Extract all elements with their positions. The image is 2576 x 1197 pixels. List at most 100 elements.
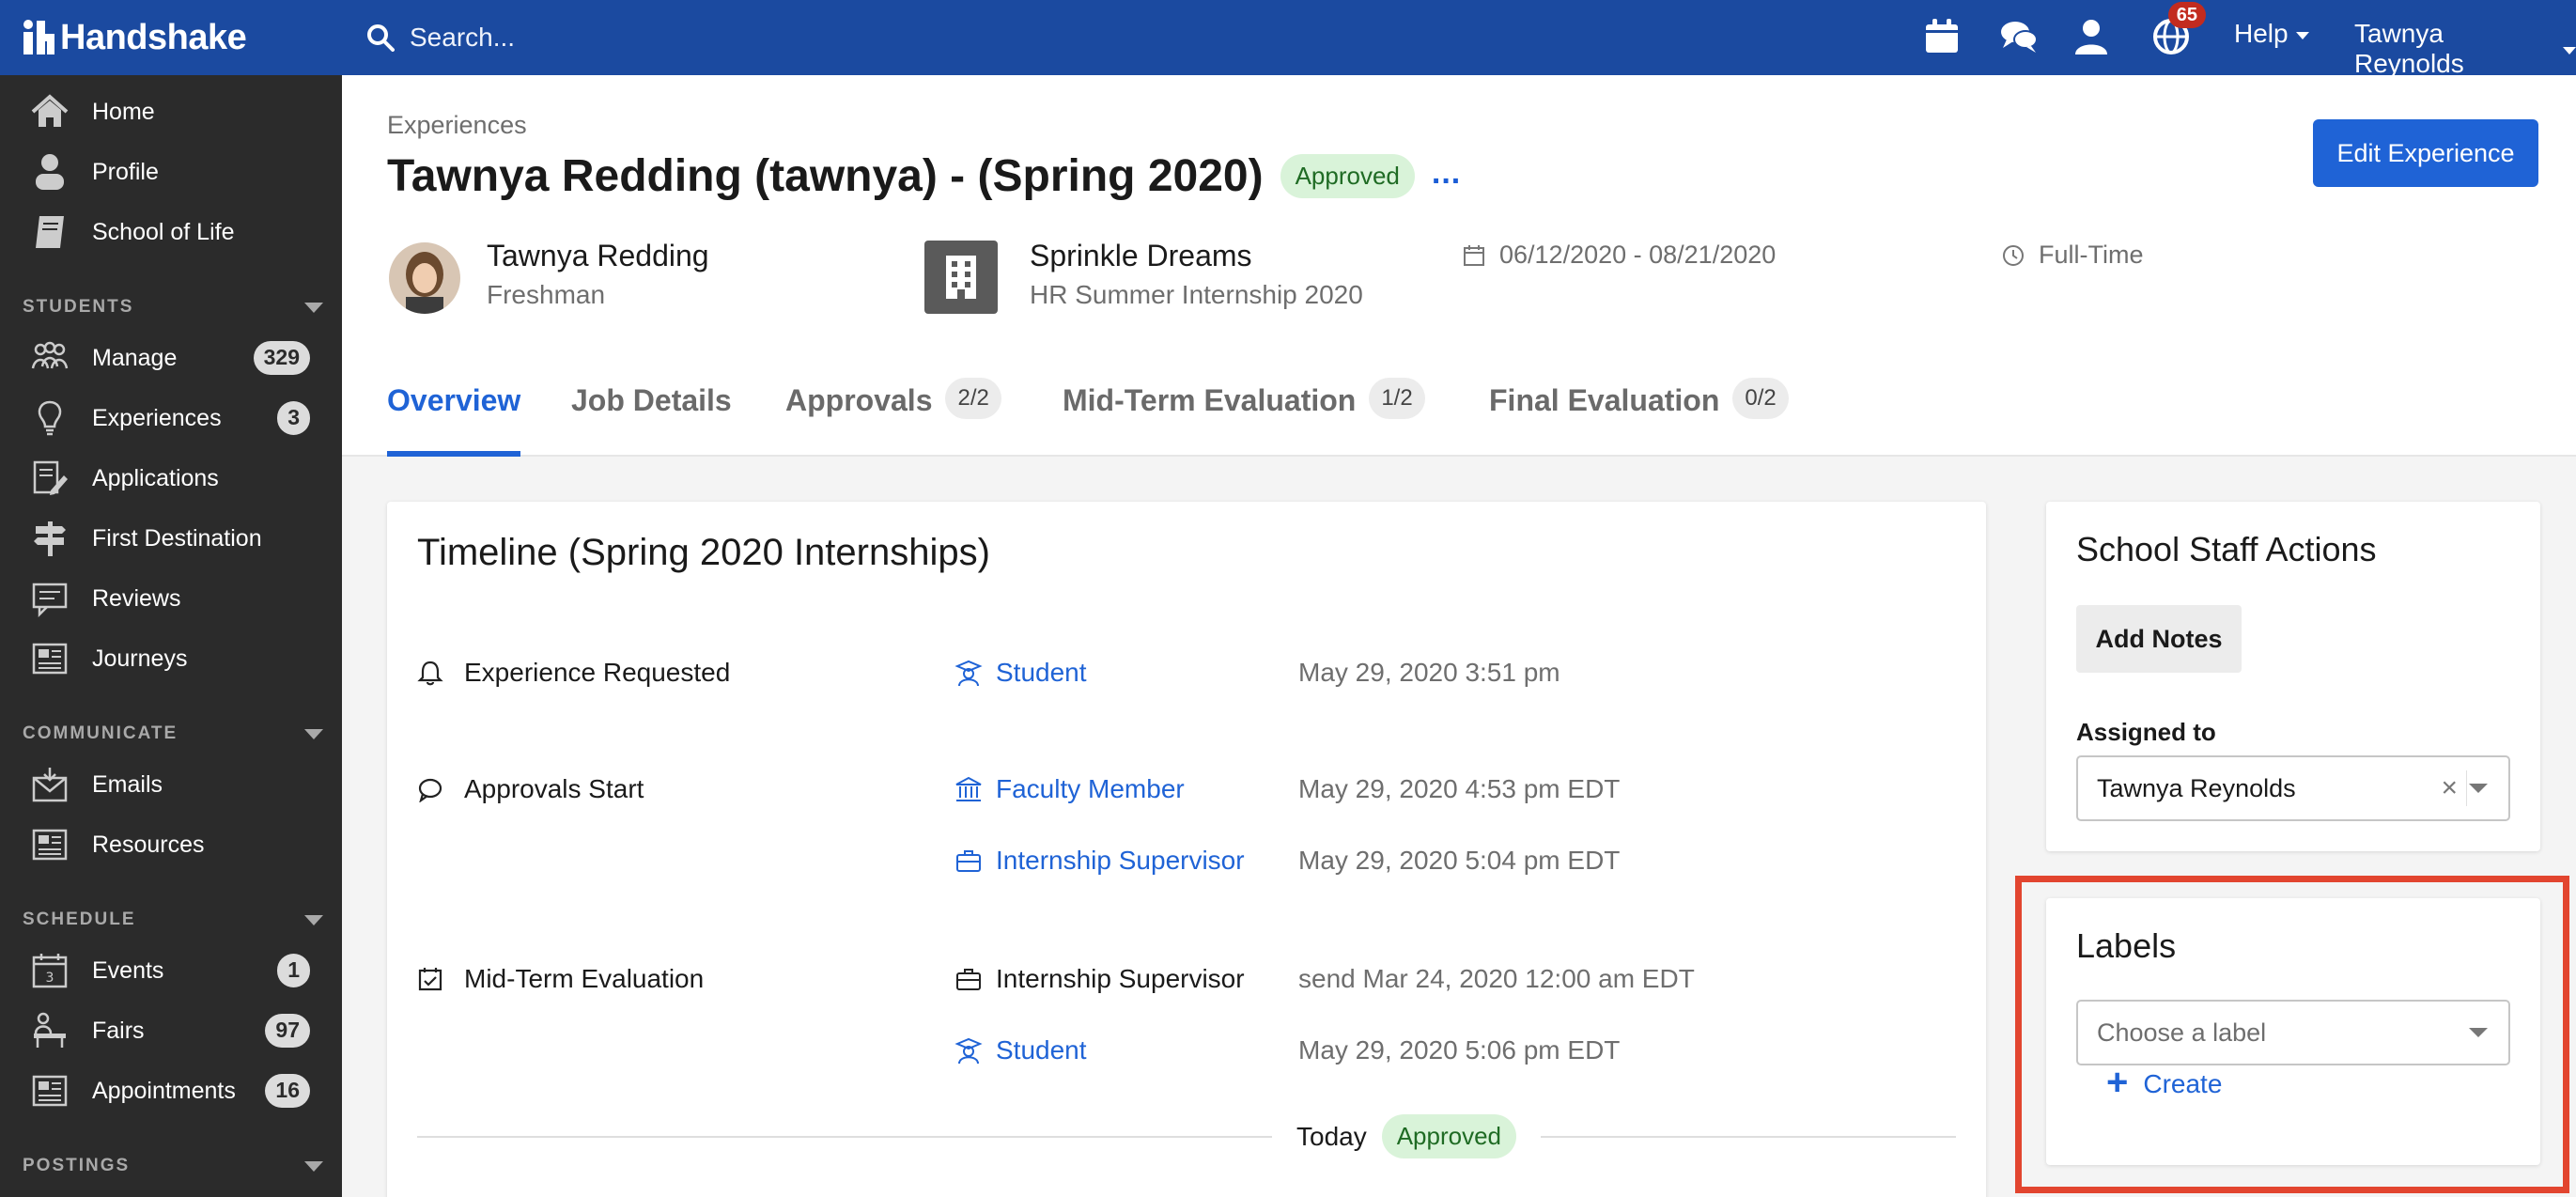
sidebar-item-school-of-life[interactable]: School of Life: [0, 204, 342, 260]
timeline-timestamp: May 29, 2020 4:53 pm EDT: [1298, 774, 1621, 803]
assigned-to-select[interactable]: Tawnya Reynolds ×: [2076, 755, 2510, 821]
timeline-role-link[interactable]: Student: [954, 658, 1087, 688]
section-label: STUDENTS: [23, 297, 134, 317]
sidebar-item-label: Manage: [92, 344, 178, 371]
title-row: Tawnya Redding (tawnya) - (Spring 2020) …: [387, 150, 1461, 202]
assigned-to-value: Tawnya Reynolds: [2097, 773, 2296, 802]
help-menu[interactable]: Help: [2234, 19, 2309, 49]
section-students[interactable]: STUDENTS: [23, 297, 323, 318]
add-notes-button[interactable]: Add Notes: [2076, 605, 2242, 673]
chevron-down-icon: [2295, 32, 2309, 39]
tab-label: Job Details: [571, 383, 732, 417]
page-header: Experiences Tawnya Redding (tawnya) - (S…: [342, 75, 2576, 457]
timeline-role-link[interactable]: Student: [954, 1035, 1087, 1065]
sidebar-item-fairs[interactable]: Fairs 97: [0, 1003, 342, 1059]
more-options-button[interactable]: ...: [1432, 155, 1461, 192]
timeline-timestamp: May 29, 2020 5:06 pm EDT: [1298, 1035, 1621, 1065]
timeline-event: Mid-Term Evaluation: [417, 964, 704, 994]
calendar-icon: [1926, 19, 1958, 53]
sidebar-item-resources[interactable]: Resources: [0, 816, 342, 873]
breadcrumb[interactable]: Experiences: [387, 111, 527, 140]
booth-icon: [28, 1009, 71, 1052]
timeline-role-link[interactable]: Internship Supervisor: [954, 846, 1245, 876]
messages-button[interactable]: [1995, 13, 2042, 60]
edit-experience-button[interactable]: Edit Experience: [2313, 119, 2538, 187]
review-chat-icon: [28, 577, 71, 620]
sidebar-item-experiences[interactable]: Experiences 3: [0, 390, 342, 446]
sidebar-item-label: Events: [92, 956, 164, 984]
tab-count: 2/2: [945, 378, 1001, 419]
timeline-timestamp: send Mar 24, 2020 12:00 am EDT: [1298, 964, 1695, 993]
status-badge: Approved: [1381, 1114, 1517, 1158]
staff-actions-card: School Staff Actions Add Notes Assigned …: [2046, 502, 2540, 851]
highlight-box: [2015, 876, 2569, 1193]
search-input[interactable]: Search...: [410, 23, 515, 53]
staff-actions-title: School Staff Actions: [2076, 530, 2377, 568]
tab-job-details[interactable]: Job Details: [571, 381, 732, 457]
sidebar-item-label: First Destination: [92, 524, 262, 552]
count-badge: 3: [277, 401, 310, 435]
section-label: SCHEDULE: [23, 909, 136, 929]
tab-overview[interactable]: Overview: [387, 381, 521, 457]
select-separator: [2466, 770, 2467, 806]
notifications-badge: 65: [2167, 2, 2206, 28]
briefcase-icon: [956, 850, 981, 872]
user-name: Tawnya Reynolds: [2354, 19, 2464, 78]
sidebar-item-home[interactable]: Home: [0, 84, 342, 140]
timeline-timestamp: May 29, 2020 5:04 pm EDT: [1298, 846, 1621, 875]
chevron-down-icon[interactable]: [2469, 784, 2488, 793]
svg-text:3: 3: [46, 971, 54, 986]
section-schedule[interactable]: SCHEDULE: [23, 909, 323, 930]
calendar-icon: [1464, 244, 1484, 266]
sidebar-item-appointments[interactable]: Appointments 16: [0, 1063, 342, 1119]
sidebar-item-label: Reviews: [92, 584, 181, 612]
newspaper-icon: [28, 1069, 71, 1112]
tab-label: Final Evaluation: [1489, 383, 1720, 417]
tab-final-evaluation[interactable]: Final Evaluation 0/2: [1489, 378, 1789, 457]
sidebar-item-first-destination[interactable]: First Destination: [0, 510, 342, 567]
profile-menu-button[interactable]: [2068, 13, 2115, 60]
sidebar-item-profile[interactable]: Profile: [0, 144, 342, 200]
sidebar-item-emails[interactable]: Emails: [0, 756, 342, 813]
timeline-card: Timeline (Spring 2020 Internships) Exper…: [387, 502, 1986, 1197]
employment-type: Full-Time: [2001, 241, 2144, 270]
handshake-logo[interactable]: Handshake: [23, 13, 247, 62]
tab-approvals[interactable]: Approvals 2/2: [785, 378, 1001, 457]
tab-mid-term-evaluation[interactable]: Mid-Term Evaluation 1/2: [1063, 378, 1425, 457]
newspaper-icon: [28, 823, 71, 866]
chevron-down-icon: [2563, 47, 2576, 54]
search-icon: [367, 24, 395, 52]
tab-count: 1/2: [1369, 378, 1425, 419]
bell-icon: [417, 661, 443, 686]
sidebar-item-journeys[interactable]: Journeys: [0, 630, 342, 687]
section-communicate[interactable]: COMMUNICATE: [23, 723, 323, 744]
section-postings[interactable]: POSTINGS: [23, 1156, 323, 1176]
search-box[interactable]: Search...: [366, 15, 515, 60]
role-label: Student: [996, 1035, 1087, 1065]
job-title[interactable]: HR Summer Internship 2020: [1030, 280, 1363, 310]
students-group-icon: [28, 336, 71, 380]
calendar-button[interactable]: [1918, 13, 1965, 60]
clock-icon: [2003, 244, 2024, 266]
user-menu[interactable]: Tawnya Reynolds: [2354, 19, 2576, 79]
divider: [417, 1136, 1272, 1138]
assigned-to-label: Assigned to: [2076, 718, 2216, 746]
institution-icon: [955, 776, 982, 801]
sidebar-item-applications[interactable]: Applications: [0, 450, 342, 506]
top-navbar: Handshake Search... 65 Help Tawnya Reyno…: [0, 0, 2576, 78]
sidebar-item-events[interactable]: 3 Events 1: [0, 942, 342, 999]
tab-count: 0/2: [1732, 378, 1789, 419]
sidebar-item-manage[interactable]: Manage 329: [0, 330, 342, 386]
timeline-role-link[interactable]: Faculty Member: [954, 774, 1185, 804]
student-name[interactable]: Tawnya Redding: [487, 239, 709, 273]
student-icon: [954, 660, 983, 687]
notifications-button[interactable]: 65: [2148, 2, 2206, 60]
sidebar-item-label: Resources: [92, 831, 205, 858]
document-edit-icon: [28, 457, 71, 500]
app-name: Handshake: [60, 17, 247, 57]
calendar-check-icon: [418, 968, 442, 991]
timeline-event: Approvals Start: [417, 774, 644, 804]
sidebar-item-reviews[interactable]: Reviews: [0, 570, 342, 627]
employer-name[interactable]: Sprinkle Dreams: [1030, 239, 1252, 273]
clear-icon[interactable]: ×: [2441, 772, 2458, 804]
